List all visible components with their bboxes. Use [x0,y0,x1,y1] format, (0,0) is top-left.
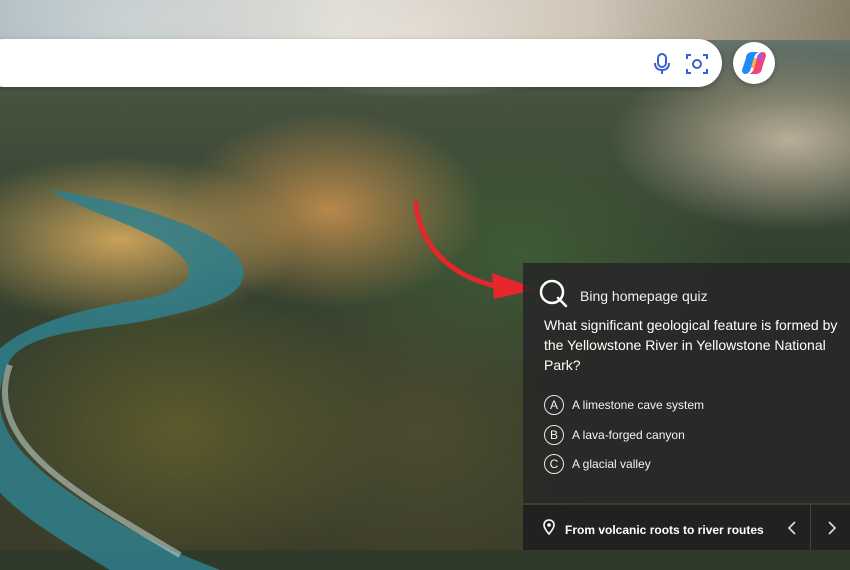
search-bar[interactable] [0,39,722,87]
nav-divider [810,505,811,550]
background-sky [0,0,850,40]
location-pin-icon [543,519,555,540]
visual-search-icon[interactable] [683,50,711,78]
background-river [0,190,244,570]
caption-text: From volcanic roots to river routes [565,522,764,537]
quiz-question: What significant geological feature is f… [544,317,838,373]
option-text: A lava-forged canyon [572,428,685,442]
option-letter: A [544,395,564,415]
copilot-icon[interactable] [733,42,775,84]
quiz-option-a[interactable]: A A limestone cave system [544,395,704,415]
option-text: A glacial valley [572,457,651,471]
quiz-panel: Bing homepage quiz What significant geol… [523,263,850,503]
option-text: A limestone cave system [572,398,705,412]
quiz-q-icon [538,278,568,313]
quiz-title: Bing homepage quiz [580,287,708,304]
chevron-left-icon[interactable] [777,513,807,543]
search-input[interactable] [10,49,614,79]
image-caption-bar: From volcanic roots to river routes [523,505,850,550]
quiz-option-c[interactable]: C A glacial valley [544,454,651,474]
option-letter: B [544,425,564,445]
microphone-icon[interactable] [648,50,676,78]
quiz-header[interactable]: Bing homepage quiz [538,278,708,313]
image-caption[interactable]: From volcanic roots to river routes [543,519,764,540]
quiz-option-b[interactable]: B A lava-forged canyon [544,425,685,445]
chevron-right-icon[interactable] [817,513,847,543]
option-letter: C [544,454,564,474]
